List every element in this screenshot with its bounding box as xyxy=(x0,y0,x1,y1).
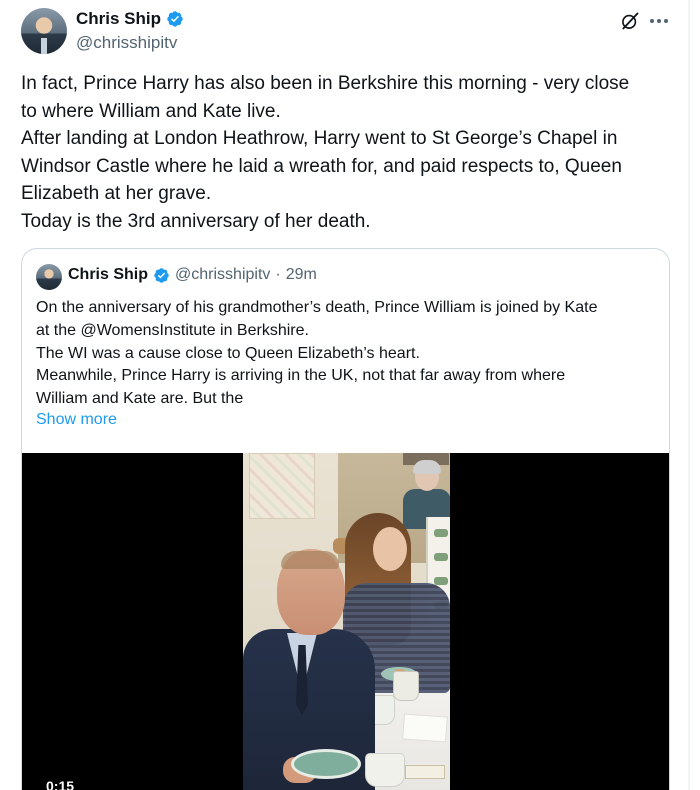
quoted-separator: · xyxy=(275,266,281,283)
author-avatar[interactable] xyxy=(21,8,67,54)
quoted-display-name: Chris Ship xyxy=(68,266,149,283)
quoted-line: The WI was a cause close to Queen Elizab… xyxy=(36,344,420,362)
tweet-line: Elizabeth at her grave. xyxy=(21,183,212,204)
verified-badge-icon xyxy=(167,11,183,27)
quoted-header: Chris Ship @chrisshipitv · 29m xyxy=(68,266,317,284)
quoted-text: On the anniversary of his grandmother’s … xyxy=(36,297,661,411)
tweet-line: In fact, Prince Harry has also been in B… xyxy=(21,73,630,94)
show-more-link[interactable]: Show more xyxy=(36,411,117,429)
quoted-line: On the anniversary of his grandmother’s … xyxy=(36,299,598,316)
quoted-time: 29m xyxy=(285,266,317,283)
more-icon[interactable] xyxy=(648,10,670,32)
tweet-line: Windsor Castle where he laid a wreath fo… xyxy=(21,155,622,177)
author-display-name[interactable]: Chris Ship xyxy=(76,9,161,29)
quoted-line: William and Kate are. But the xyxy=(36,390,244,408)
video-frame xyxy=(243,453,450,790)
quoted-tweet-card[interactable]: Chris Ship @chrisshipitv · 29m On the an… xyxy=(21,248,670,790)
quoted-line: at the @WomensInstitute in Berkshire. xyxy=(36,321,309,339)
author-name-row: Chris Ship xyxy=(76,9,184,29)
tweet-line: After landing at London Heathrow, Harry … xyxy=(21,128,618,149)
quoted-handle: @chrisshipitv xyxy=(175,266,271,283)
tweet-line: Today is the 3rd anniversary of her deat… xyxy=(21,210,371,232)
video-player[interactable]: 0:15 xyxy=(22,453,669,790)
tweet-line: to where William and Kate live. xyxy=(21,100,281,122)
author-handle[interactable]: @chrisshipitv xyxy=(76,33,177,53)
quoted-line: Meanwhile, Prince Harry is arriving in t… xyxy=(36,367,566,385)
tweet-text: In fact, Prince Harry has also been in B… xyxy=(21,70,681,235)
timeline-border xyxy=(688,0,690,790)
video-timestamp: 0:15 xyxy=(46,778,75,790)
verified-badge-icon xyxy=(154,267,169,283)
grok-icon[interactable] xyxy=(620,11,640,31)
quoted-author-avatar xyxy=(36,264,62,290)
